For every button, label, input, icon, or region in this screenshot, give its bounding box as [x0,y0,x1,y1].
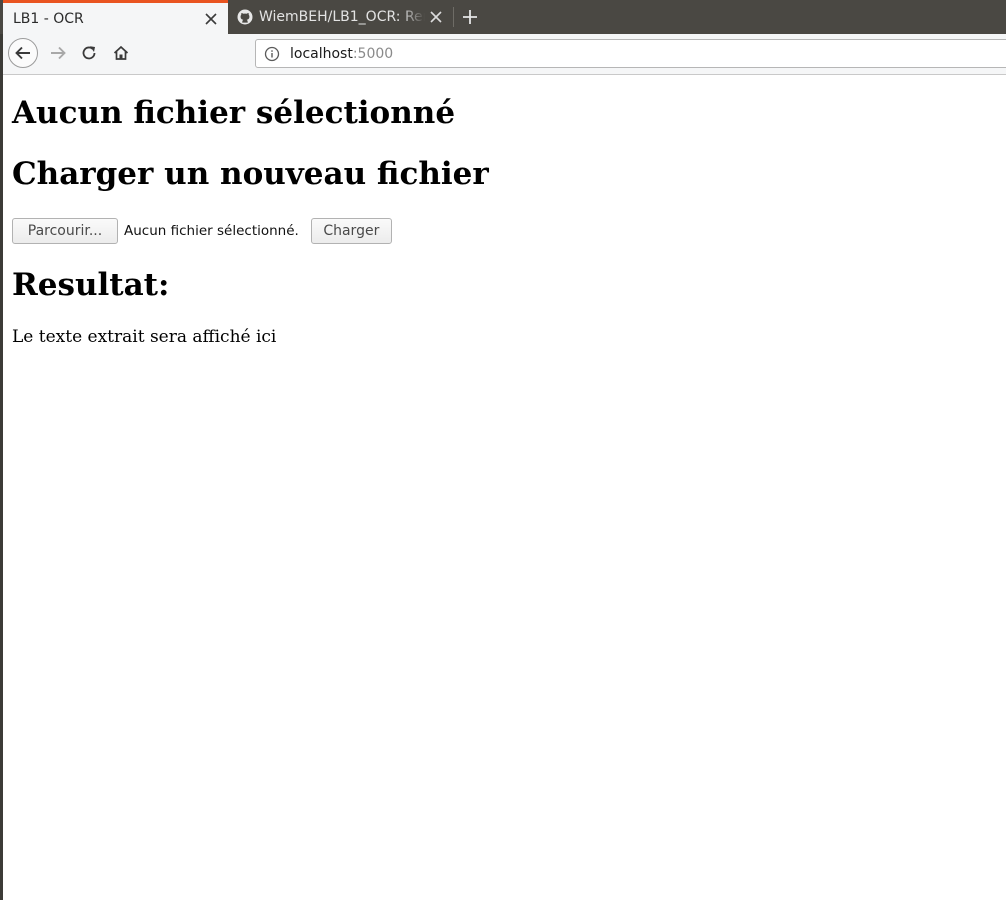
result-heading: Resultat: [12,267,170,303]
back-button[interactable] [8,38,38,68]
new-tab-button[interactable] [460,6,480,28]
result-text: Le texte extrait sera affiché ici [12,327,277,347]
home-icon [113,45,129,60]
upload-heading: Charger un nouveau fichier [12,156,489,192]
window-edge [0,0,3,900]
arrow-right-icon [51,46,66,60]
home-button[interactable] [109,41,133,65]
address-bar[interactable]: localhost:5000 [255,39,1006,68]
tab-github-repo[interactable]: WiemBEH/LB1_OCR: Ren [229,0,453,34]
file-status-heading: Aucun fichier sélectionné [12,95,456,131]
plus-icon [463,10,477,24]
upload-button[interactable]: Charger [310,218,392,244]
reload-button[interactable] [77,41,101,65]
browse-button[interactable]: Parcourir... [12,218,118,244]
github-icon [237,9,253,25]
arrow-left-icon [15,46,30,60]
close-icon[interactable] [204,12,218,26]
reload-icon [82,46,96,60]
upload-form: Parcourir... Aucun fichier sélectionné. … [12,218,392,244]
tab-label: LB1 - OCR [13,10,84,27]
navigation-bar: localhost:5000 [3,34,1006,75]
url-host: localhost [290,45,353,62]
tab-separator [453,7,454,27]
info-icon[interactable] [264,46,280,62]
close-icon[interactable] [429,10,443,24]
url-port: :5000 [352,45,394,62]
tab-lb1-ocr[interactable]: LB1 - OCR [3,0,228,34]
selected-file-label: Aucun fichier sélectionné. [124,223,299,239]
forward-button[interactable] [46,41,70,65]
tab-label: WiemBEH/LB1_OCR: Ren [259,9,425,25]
tab-strip: LB1 - OCR WiemBEH/LB1_OCR: Ren [0,0,1006,34]
